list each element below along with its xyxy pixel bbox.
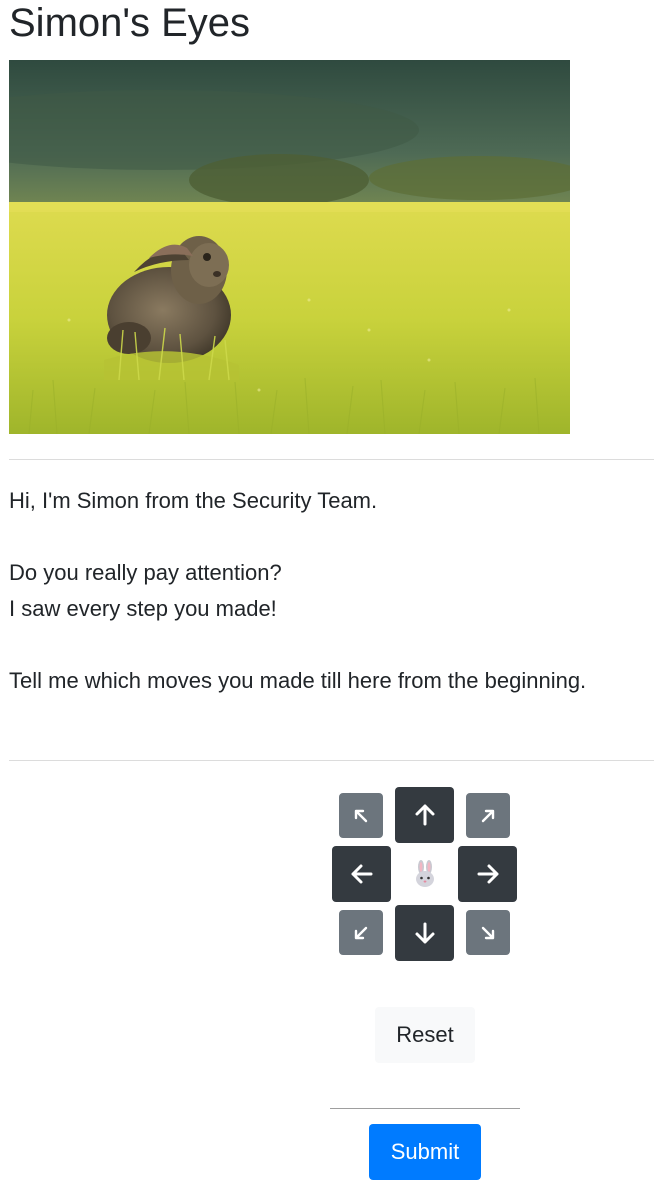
divider — [330, 1108, 520, 1109]
down-left-button[interactable] — [339, 910, 383, 955]
submit-button[interactable]: Submit — [369, 1124, 481, 1180]
arrow-down-left-icon — [354, 926, 368, 939]
up-button[interactable] — [395, 787, 454, 843]
arrow-down-icon — [415, 922, 434, 944]
right-button[interactable] — [458, 846, 517, 902]
arrow-right-icon — [477, 864, 498, 884]
arrow-down-right-icon — [481, 926, 495, 939]
page: Simon's Eyes Hi, I'm Simon from the Secu… — [0, 0, 654, 1191]
statement-text: I saw every step you made! — [9, 596, 277, 621]
intro-text: Hi, I'm Simon from the Security Team. — [9, 488, 378, 513]
arrow-up-left-icon — [354, 809, 368, 822]
up-left-button[interactable] — [339, 793, 383, 838]
question-text: Do you really pay attention? — [9, 560, 282, 585]
divider — [9, 760, 654, 761]
divider — [9, 459, 654, 460]
rabbit-icon — [409, 858, 441, 890]
arrow-up-icon — [415, 804, 434, 826]
down-button[interactable] — [395, 905, 454, 961]
instruction-text: Tell me which moves you made till here f… — [9, 668, 587, 693]
reset-button[interactable]: Reset — [375, 1007, 475, 1063]
page-title: Simon's Eyes — [9, 1, 251, 45]
rabbit-photo — [9, 60, 570, 434]
left-button[interactable] — [332, 846, 391, 902]
arrow-left-icon — [351, 864, 372, 884]
arrow-up-right-icon — [481, 809, 495, 822]
up-right-button[interactable] — [466, 793, 510, 838]
down-right-button[interactable] — [466, 910, 510, 955]
